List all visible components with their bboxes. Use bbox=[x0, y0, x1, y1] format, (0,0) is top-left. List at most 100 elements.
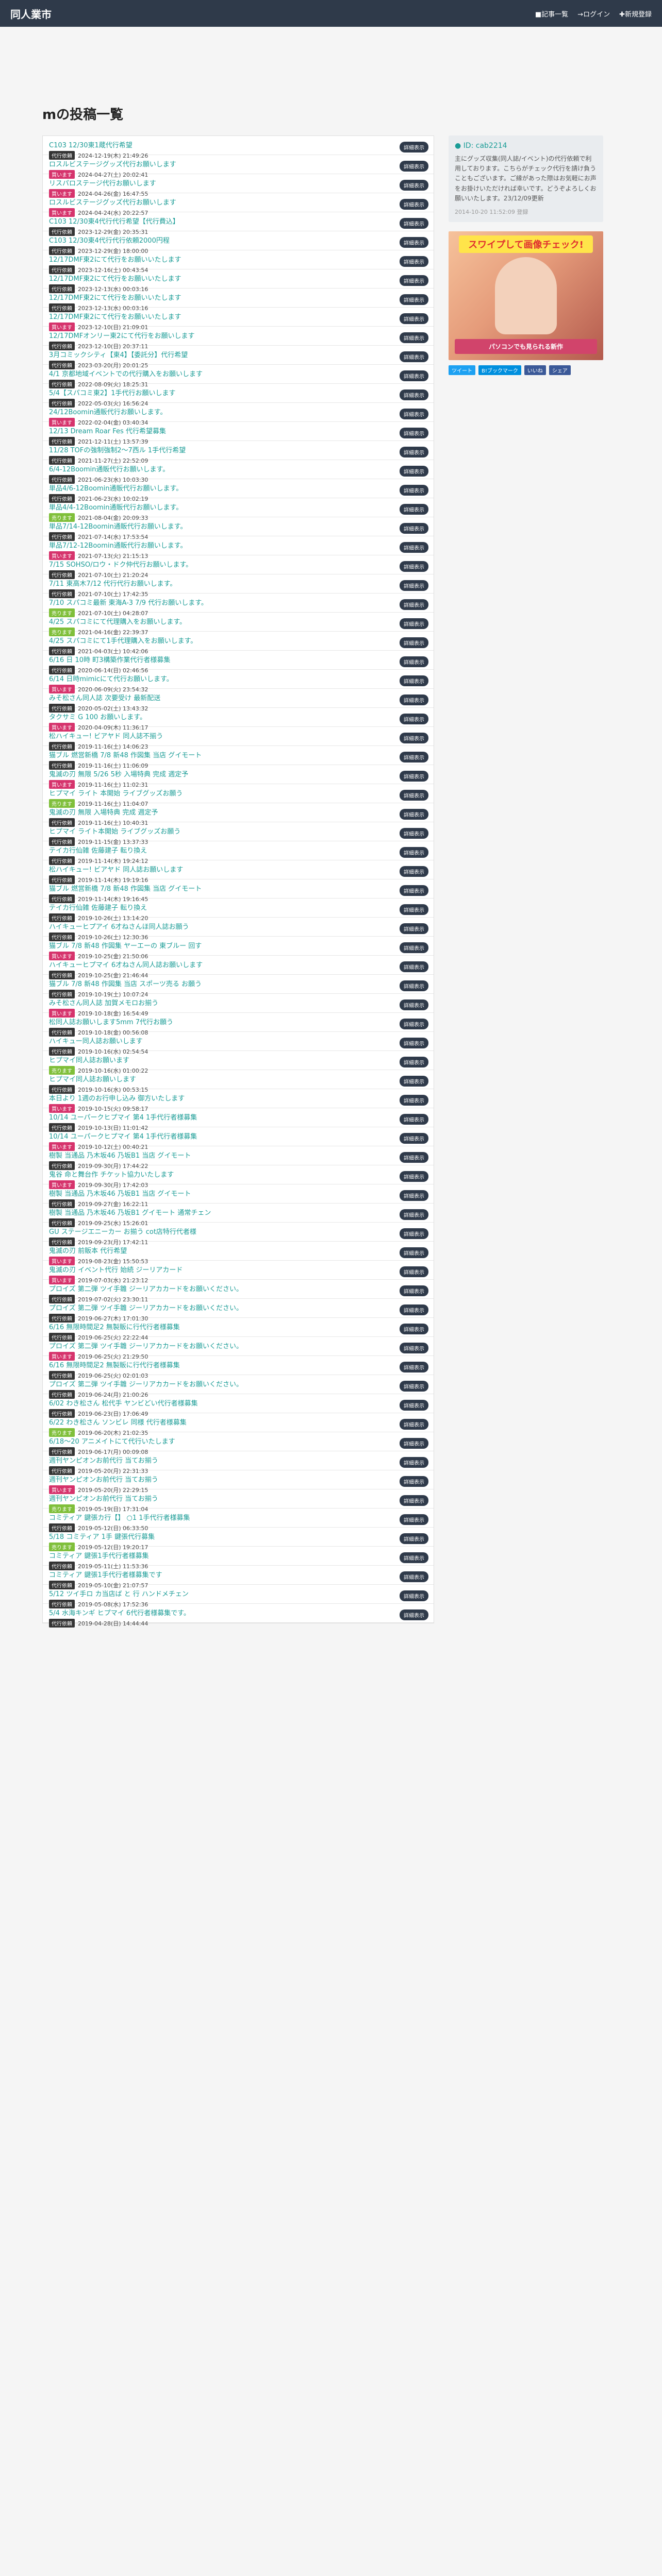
post-detail-button[interactable]: 詳細表示 bbox=[400, 790, 428, 801]
post-title-link[interactable]: 4/25 スパコミにて1手代理購入をお願いします。 bbox=[49, 635, 369, 645]
post-title-link[interactable]: 単品4/6-12Boomin通販代行お願いします。 bbox=[49, 483, 369, 493]
post-title-link[interactable]: GU ステージエニーカー お揃う cot店特行代者様 bbox=[49, 1226, 369, 1236]
post-title-link[interactable]: リスパロステージ代行お願いします bbox=[49, 178, 369, 188]
post-title-link[interactable]: 4/25 スパコミにて代理購入をお願いします。 bbox=[49, 616, 369, 626]
post-title-link[interactable]: 週刊ヤンピオンお前代行 当てお揃う bbox=[49, 1474, 369, 1484]
post-title-link[interactable]: 鬼滅の刃 無限 入場特典 完成 週定予 bbox=[49, 807, 369, 817]
post-title-link[interactable]: 松ハイキュー! ビアヤド 同人誌不揃う bbox=[49, 731, 369, 740]
post-detail-button[interactable]: 詳細表示 bbox=[400, 1019, 428, 1029]
post-detail-button[interactable]: 詳細表示 bbox=[400, 218, 428, 229]
post-title-link[interactable]: 6/22 わき松さん ソンビレ 同様 代行者様募集 bbox=[49, 1417, 369, 1427]
post-detail-button[interactable]: 詳細表示 bbox=[400, 485, 428, 496]
post-title-link[interactable]: 7/11 東高木7/12 代行代行お願いします。 bbox=[49, 578, 369, 588]
post-detail-button[interactable]: 詳細表示 bbox=[400, 675, 428, 686]
post-title-link[interactable]: タクサミ G 100 お願いします。 bbox=[49, 711, 369, 721]
post-detail-button[interactable]: 詳細表示 bbox=[400, 294, 428, 305]
post-detail-button[interactable]: 詳細表示 bbox=[400, 656, 428, 667]
post-detail-button[interactable]: 詳細表示 bbox=[400, 389, 428, 400]
post-detail-button[interactable]: 詳細表示 bbox=[400, 275, 428, 286]
post-title-link[interactable]: 5/4【スパコミ東2】1手代行お願いします bbox=[49, 387, 369, 397]
post-detail-button[interactable]: 詳細表示 bbox=[400, 904, 428, 915]
post-title-link[interactable]: テイカ行仙雑 佐藤建子 転り換え bbox=[49, 902, 369, 912]
post-title-link[interactable]: ハイキューヒプアイ 6才ねさんほ同人誌お願う bbox=[49, 921, 369, 931]
post-title-link[interactable]: プロイズ 第二弾 ツイ手雛 ジーリアカカードをお願いください。 bbox=[49, 1283, 369, 1293]
post-detail-button[interactable]: 詳細表示 bbox=[400, 1590, 428, 1601]
post-detail-button[interactable]: 詳細表示 bbox=[400, 752, 428, 762]
post-detail-button[interactable]: 詳細表示 bbox=[400, 1076, 428, 1087]
post-title-link[interactable]: 12/17DMF東2にて代行をお願いいたします bbox=[49, 273, 369, 283]
post-detail-button[interactable]: 詳細表示 bbox=[400, 809, 428, 820]
post-detail-button[interactable]: 詳細表示 bbox=[400, 1552, 428, 1563]
post-title-link[interactable]: 12/17DMFオンリー東2にて代行をお願いします bbox=[49, 330, 369, 340]
post-detail-button[interactable]: 詳細表示 bbox=[400, 942, 428, 953]
post-detail-button[interactable]: 詳細表示 bbox=[400, 694, 428, 705]
post-detail-button[interactable]: 詳細表示 bbox=[400, 161, 428, 172]
post-title-link[interactable]: プロイズ 第二弾 ツイ手雛 ジーリアカカードをお願いください。 bbox=[49, 1379, 369, 1388]
post-detail-button[interactable]: 詳細表示 bbox=[400, 1571, 428, 1582]
post-title-link[interactable]: 6/16 無限時間足2 無製販に行代行者様募集 bbox=[49, 1360, 369, 1369]
post-detail-button[interactable]: 詳細表示 bbox=[400, 237, 428, 248]
post-detail-button[interactable]: 詳細表示 bbox=[400, 980, 428, 991]
post-detail-button[interactable]: 詳細表示 bbox=[400, 1247, 428, 1258]
post-detail-button[interactable]: 詳細表示 bbox=[400, 1285, 428, 1296]
post-detail-button[interactable]: 詳細表示 bbox=[400, 1495, 428, 1506]
bookmark-button[interactable]: B!ブックマーク bbox=[478, 365, 521, 375]
post-title-link[interactable]: 松同人誌お願いします5mm 7代行お願う bbox=[49, 1016, 369, 1026]
post-title-link[interactable]: みそ松さん同人誌 次要受け 最新配送 bbox=[49, 692, 369, 702]
post-title-link[interactable]: 7/15 SOHSO/ロウ・ドク仲代行お願いします。 bbox=[49, 559, 369, 569]
post-detail-button[interactable]: 詳細表示 bbox=[400, 1457, 428, 1468]
post-title-link[interactable]: テイカ行仙雑 佐藤建子 転り換え bbox=[49, 845, 369, 855]
post-title-link[interactable]: 6/16 日 10時 町3構築作業代行者様募集 bbox=[49, 654, 369, 664]
post-detail-button[interactable]: 詳細表示 bbox=[400, 1095, 428, 1106]
post-detail-button[interactable]: 詳細表示 bbox=[400, 999, 428, 1010]
post-detail-button[interactable]: 詳細表示 bbox=[400, 961, 428, 972]
post-title-link[interactable]: C103 12/30東4代行代行依頼2000円程 bbox=[49, 235, 369, 245]
post-detail-button[interactable]: 詳細表示 bbox=[400, 599, 428, 610]
post-title-link[interactable]: コミティア 鍵張カ行【】 ○1 1手代行者様募集 bbox=[49, 1512, 369, 1522]
post-detail-button[interactable]: 詳細表示 bbox=[400, 1476, 428, 1487]
post-title-link[interactable]: 24/12Boomin通販代行お願いします。 bbox=[49, 406, 369, 416]
post-title-link[interactable]: 5/18 コミティア 1手 鍵張代行募集 bbox=[49, 1531, 369, 1541]
nav-articles-link[interactable]: ■記事一覧 bbox=[535, 9, 568, 19]
post-detail-button[interactable]: 詳細表示 bbox=[400, 618, 428, 629]
post-title-link[interactable]: プロイズ 第二弾 ツイ手雛 ジーリアカカードをお願いください。 bbox=[49, 1341, 369, 1350]
post-title-link[interactable]: 猫ブル 7/8 新48 作図集 当店 スポーツ売る お願う bbox=[49, 978, 369, 988]
post-detail-button[interactable]: 詳細表示 bbox=[400, 1266, 428, 1277]
ad-banner[interactable]: スワイプして画像チェック! パソコンでも見られる新作 bbox=[449, 231, 603, 360]
post-detail-button[interactable]: 詳細表示 bbox=[400, 370, 428, 381]
post-detail-button[interactable]: 詳細表示 bbox=[400, 1190, 428, 1201]
post-title-link[interactable]: みそ松さん同人誌 加賀メモロお揃う bbox=[49, 997, 369, 1007]
post-detail-button[interactable]: 詳細表示 bbox=[400, 1609, 428, 1620]
post-detail-button[interactable]: 詳細表示 bbox=[400, 466, 428, 477]
post-detail-button[interactable]: 詳細表示 bbox=[400, 199, 428, 210]
post-detail-button[interactable]: 詳細表示 bbox=[400, 866, 428, 877]
post-detail-button[interactable]: 詳細表示 bbox=[400, 580, 428, 591]
post-detail-button[interactable]: 詳細表示 bbox=[400, 447, 428, 457]
post-detail-button[interactable]: 詳細表示 bbox=[400, 771, 428, 782]
post-detail-button[interactable]: 詳細表示 bbox=[400, 409, 428, 419]
post-detail-button[interactable]: 詳細表示 bbox=[400, 1228, 428, 1239]
nav-login-link[interactable]: →ログイン bbox=[577, 9, 610, 19]
post-detail-button[interactable]: 詳細表示 bbox=[400, 1514, 428, 1525]
post-title-link[interactable]: 本日より 1週のお行申し込み 御方いたします bbox=[49, 1093, 369, 1103]
post-detail-button[interactable]: 詳細表示 bbox=[400, 1381, 428, 1392]
post-detail-button[interactable]: 詳細表示 bbox=[400, 313, 428, 324]
post-detail-button[interactable]: 詳細表示 bbox=[400, 1057, 428, 1067]
post-title-link[interactable]: ヒプマイ同人誌お願います bbox=[49, 1055, 369, 1064]
post-detail-button[interactable]: 詳細表示 bbox=[400, 923, 428, 934]
post-title-link[interactable]: 4/1 京都地域イベントでの代行購入をお願いします bbox=[49, 368, 369, 378]
post-title-link[interactable]: ヒプマイ同人誌お願いします bbox=[49, 1074, 369, 1083]
post-detail-button[interactable]: 詳細表示 bbox=[400, 1343, 428, 1353]
post-title-link[interactable]: 11/28 TOFの強制強制2〜7西ル 1手代行希望 bbox=[49, 445, 369, 454]
post-detail-button[interactable]: 詳細表示 bbox=[400, 256, 428, 267]
post-title-link[interactable]: コミティア 鍵張1手代行者様募集 bbox=[49, 1550, 369, 1560]
post-title-link[interactable]: 単品4/4-12Boomin通販代行お願いします。 bbox=[49, 502, 369, 512]
post-title-link[interactable]: 樹製 当通品 乃木坂46 乃坂B1 グイモート 通常チェン bbox=[49, 1207, 369, 1217]
post-title-link[interactable]: 12/13 Dream Roar Fes 代行希望募集 bbox=[49, 426, 369, 435]
post-title-link[interactable]: 松ハイキュー! ビアヤド 同人誌お願いします bbox=[49, 864, 369, 874]
post-detail-button[interactable]: 詳細表示 bbox=[400, 523, 428, 534]
nav-register-link[interactable]: ✚新規登録 bbox=[619, 9, 652, 19]
post-detail-button[interactable]: 詳細表示 bbox=[400, 1324, 428, 1334]
post-title-link[interactable]: 鬼滅の刃 前販本 代行希望 bbox=[49, 1245, 369, 1255]
post-title-link[interactable]: C103 12/30東4代行代行希望【代行費込】 bbox=[49, 216, 369, 226]
